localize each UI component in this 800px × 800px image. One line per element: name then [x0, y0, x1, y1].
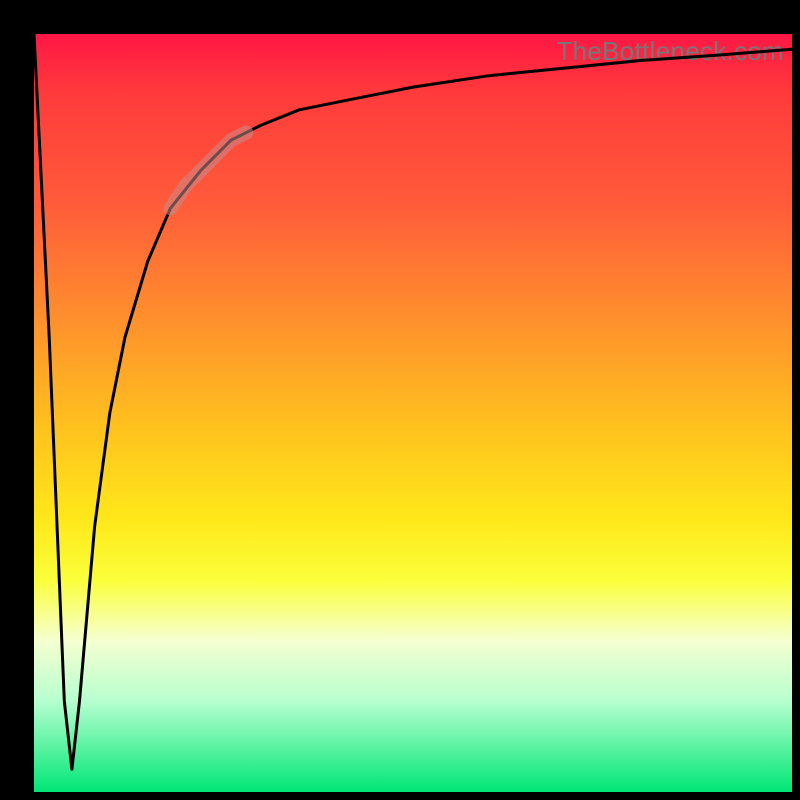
plot-area: TheBottleneck.com	[34, 34, 792, 792]
bottleneck-curve	[34, 34, 792, 769]
chart-frame: TheBottleneck.com	[0, 0, 800, 800]
curve-svg	[34, 34, 792, 792]
highlight-segment	[170, 133, 246, 209]
